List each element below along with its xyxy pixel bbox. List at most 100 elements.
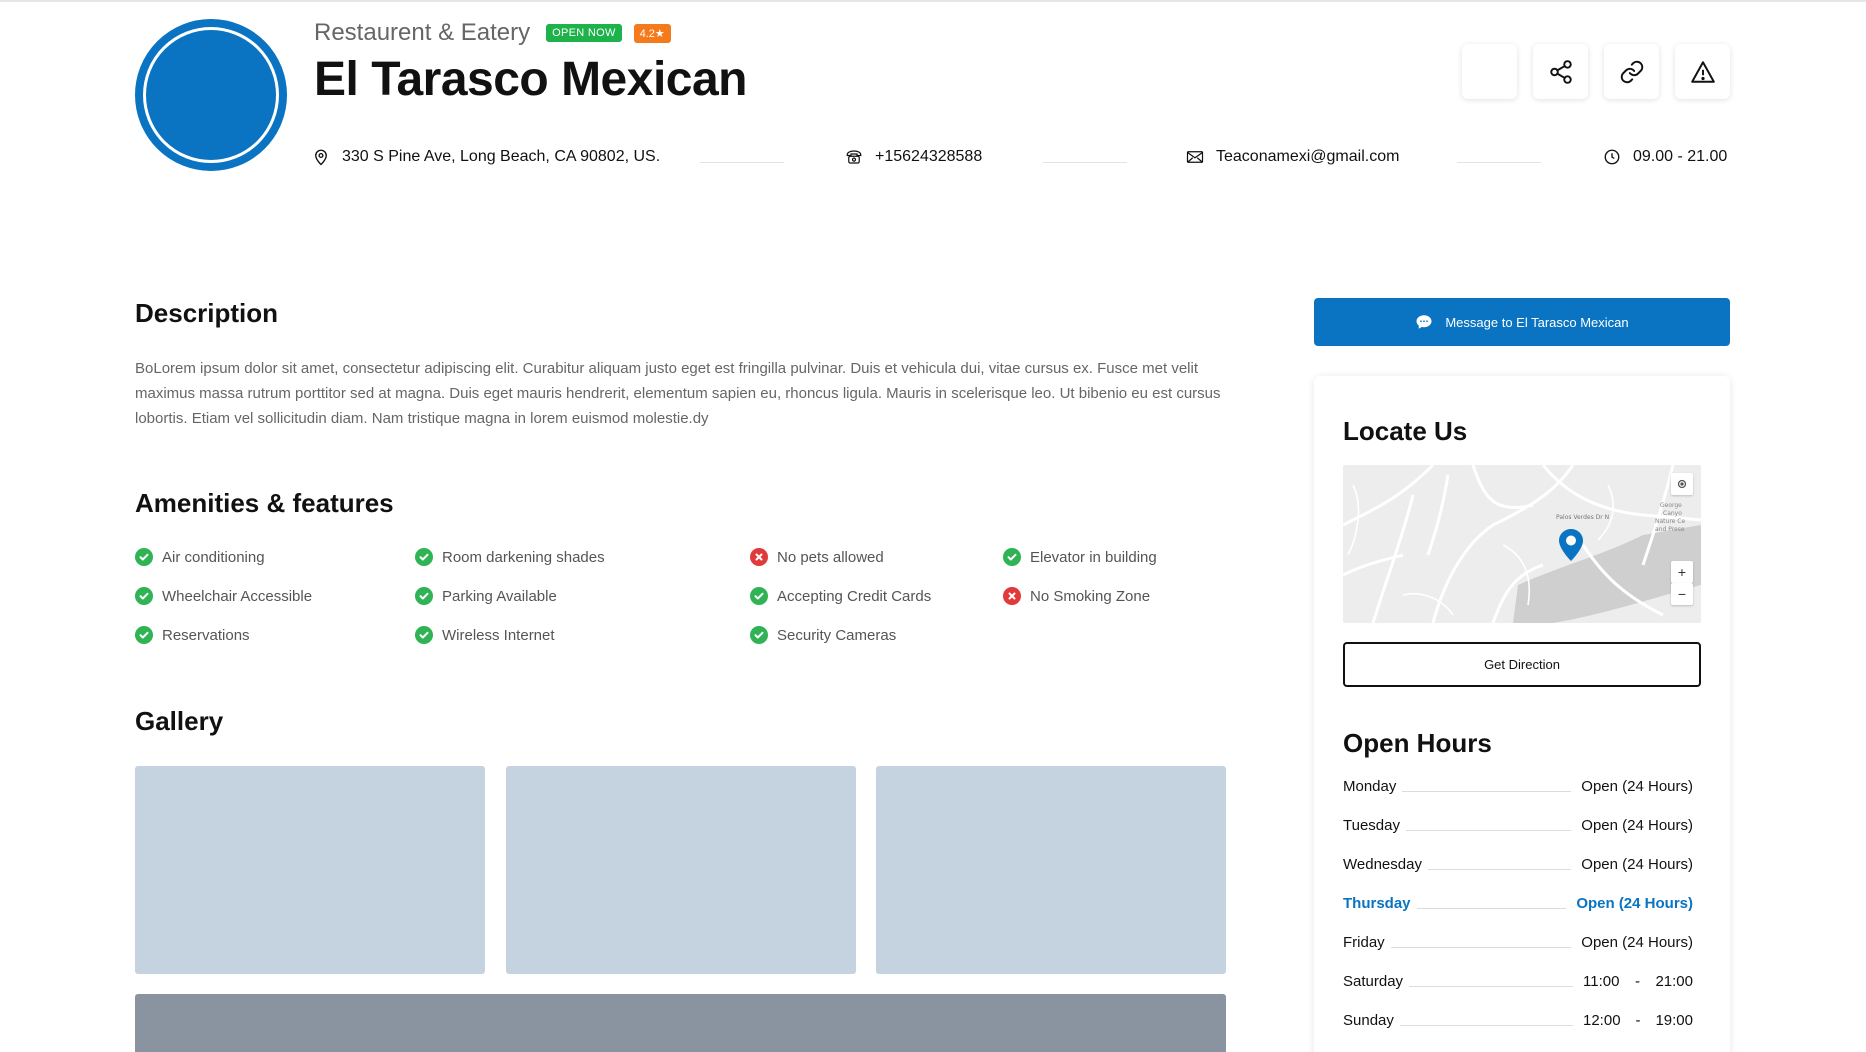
hours-value: Open (24 Hours) (1571, 856, 1693, 873)
amenity-item: No pets allowed (750, 548, 884, 566)
map-label: George (1660, 502, 1682, 509)
check-icon (135, 548, 153, 566)
check-icon (415, 626, 433, 644)
time-separator: - (1635, 1012, 1641, 1029)
map-label: and Prese (1655, 526, 1685, 533)
email-item[interactable]: Teaconamexi@gmail.com (1186, 148, 1399, 166)
email-text: Teaconamexi@gmail.com (1216, 148, 1400, 165)
map-widget[interactable]: Palos Verdes Dr N George Canyo Nature Ce… (1343, 465, 1701, 623)
gallery-image-wide[interactable] (135, 994, 1226, 1052)
day-label: Thursday (1343, 895, 1417, 912)
day-label: Monday (1343, 778, 1403, 795)
share-button[interactable] (1533, 44, 1588, 99)
hours-value: Open (24 Hours) (1571, 778, 1693, 795)
check-icon (1003, 548, 1021, 566)
business-logo (135, 19, 287, 171)
zoom-in-button[interactable]: + (1671, 561, 1693, 583)
day-label: Sunday (1343, 1012, 1400, 1029)
amenity-item: Air conditioning (135, 548, 265, 566)
amenity-label: Wheelchair Accessible (162, 587, 313, 605)
amenity-label: Air conditioning (162, 548, 265, 566)
hours-row-tuesday: Tuesday Open (24 Hours) (1343, 817, 1693, 841)
amenity-item: Accepting Credit Cards (750, 587, 931, 605)
amenity-item: Parking Available (415, 587, 557, 605)
description-text: BoLorem ipsum dolor sit amet, consectetu… (135, 360, 1221, 427)
phone-text: +15624328588 (875, 148, 983, 165)
get-direction-button[interactable]: Get Direction (1343, 642, 1701, 687)
amenities-list: Air conditioning Wheelchair Accessible Res… (135, 548, 1235, 668)
check-icon (135, 587, 153, 605)
amenity-item: Room darkening shades (415, 548, 605, 566)
copy-link-button[interactable] (1604, 44, 1659, 99)
map-label: Nature Ce (1655, 518, 1685, 525)
locate-me-button[interactable] (1671, 473, 1693, 495)
close-time: 19:00 (1655, 1012, 1693, 1029)
amenity-item: Security Cameras (750, 626, 896, 644)
map-label: Canyo (1663, 510, 1682, 517)
amenity-label: Reservations (162, 626, 250, 644)
hours-row-wednesday: Wednesday Open (24 Hours) (1343, 856, 1693, 880)
rating-badge: 4.2★ (633, 23, 671, 43)
share-icon (1549, 59, 1572, 84)
close-time: 21:00 (1655, 973, 1693, 990)
map-pin-icon[interactable] (1559, 529, 1583, 561)
amenity-item: Wireless Internet (415, 626, 555, 644)
open-now-badge: OPEN NOW (546, 24, 622, 42)
amenity-item: Wheelchair Accessible (135, 587, 312, 605)
bookmark-button[interactable] (1462, 44, 1517, 99)
open-time: 11:00 (1583, 973, 1620, 990)
open-time: 12:00 (1583, 1012, 1621, 1029)
check-icon (750, 587, 768, 605)
report-button[interactable] (1675, 44, 1730, 99)
gallery-image[interactable] (506, 766, 856, 974)
amenity-item: No Smoking Zone (1003, 587, 1150, 605)
amenity-label: Room darkening shades (442, 548, 605, 566)
action-buttons (1462, 44, 1730, 99)
amenity-label: No Smoking Zone (1030, 587, 1151, 605)
map-roads: Palos Verdes Dr N George Canyo Nature Ce… (1343, 465, 1701, 623)
check-icon (415, 548, 433, 566)
hours-value: Open (24 Hours) (1571, 817, 1693, 834)
hours-row-friday: Friday Open (24 Hours) (1343, 934, 1693, 958)
amenity-label: Accepting Credit Cards (777, 587, 932, 605)
location-pin-icon (315, 149, 327, 166)
check-icon (135, 626, 153, 644)
map-label: Palos Verdes Dr N (1556, 514, 1609, 521)
info-separator (700, 162, 784, 163)
gallery-image[interactable] (876, 766, 1226, 974)
day-label: Wednesday (1343, 856, 1428, 873)
hours-summary-text: 09.00 - 21.00 (1633, 148, 1728, 165)
check-icon (750, 626, 768, 644)
day-label: Friday (1343, 934, 1391, 951)
info-separator (1457, 162, 1541, 163)
hours-value: Open (24 Hours) (1566, 895, 1693, 912)
hours-row-saturday: Saturday 11:00 - 21:00 (1343, 973, 1693, 997)
day-label: Saturday (1343, 973, 1410, 990)
hours-row-monday: Monday Open (24 Hours) (1343, 778, 1693, 802)
phone-item[interactable]: +15624328588 (845, 148, 982, 166)
time-separator: - (1634, 973, 1640, 990)
check-icon (415, 587, 433, 605)
amenity-label: Wireless Internet (442, 626, 555, 644)
clock-icon (1604, 149, 1620, 165)
business-name: El Tarasco Mexican (314, 53, 747, 106)
telephone-icon (846, 150, 862, 164)
crosshair-icon (1677, 479, 1687, 489)
message-button[interactable]: Message to El Tarasco Mexican (1314, 298, 1730, 346)
gallery-image[interactable] (135, 766, 485, 974)
amenity-label: Elevator in building (1030, 548, 1157, 566)
link-icon (1620, 60, 1643, 83)
warning-icon (1690, 60, 1715, 83)
hours-item: 09.00 - 21.00 (1603, 148, 1727, 166)
amenities-heading: Amenities & features (135, 488, 394, 518)
zoom-out-button[interactable]: − (1671, 583, 1693, 605)
category-label: Restaurent & Eatery (314, 19, 531, 46)
hours-row-sunday: Sunday 12:00 - 19:00 (1343, 1012, 1693, 1036)
envelope-icon (1186, 151, 1204, 163)
hours-value: 12:00 - 19:00 (1573, 1012, 1693, 1029)
day-label: Tuesday (1343, 817, 1406, 834)
amenity-label: No pets allowed (777, 548, 884, 566)
info-separator (1043, 162, 1127, 163)
amenity-label: Security Cameras (777, 626, 897, 644)
amenity-item: Elevator in building (1003, 548, 1157, 566)
